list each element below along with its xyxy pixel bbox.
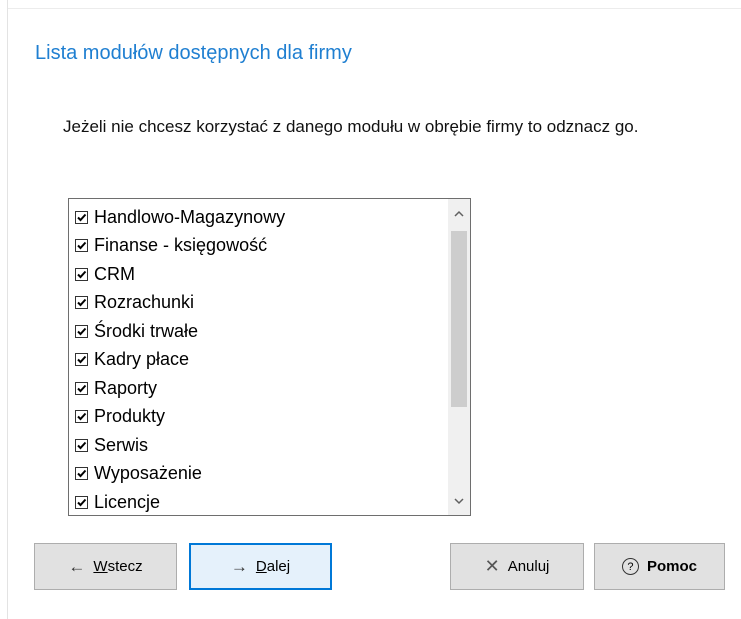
scrollbar-thumb[interactable] xyxy=(451,231,467,407)
page-title: Lista modułów dostępnych dla firmy xyxy=(35,42,352,64)
module-label: Raporty xyxy=(94,377,158,398)
module-label: Kadry płace xyxy=(94,349,190,370)
arrow-left-icon: ← xyxy=(68,556,86,576)
help-icon: ? xyxy=(621,558,639,575)
checkbox[interactable] xyxy=(75,353,88,367)
module-label: Produkty xyxy=(94,406,166,427)
help-button-label: Pomoc xyxy=(646,558,697,575)
instruction-text: Jeżeli nie chcesz korzystać z danego mod… xyxy=(63,117,639,136)
checkbox[interactable] xyxy=(75,410,88,424)
checkbox[interactable] xyxy=(75,210,88,224)
close-icon: ✕ xyxy=(484,556,500,576)
checkbox[interactable] xyxy=(75,324,88,338)
module-label: Rozrachunki xyxy=(94,292,195,313)
module-list-item[interactable]: CRM xyxy=(69,260,447,289)
module-label: Środki trwałe xyxy=(94,320,199,341)
checkbox[interactable] xyxy=(75,296,88,310)
module-label: CRM xyxy=(94,263,135,284)
module-list-item[interactable]: Raporty xyxy=(69,374,447,403)
checkbox[interactable] xyxy=(75,239,88,253)
cancel-button[interactable]: ✕ Anuluj xyxy=(450,543,584,590)
checkbox[interactable] xyxy=(75,438,88,452)
module-list-item[interactable]: Kadry płace xyxy=(69,346,447,375)
module-list-item[interactable]: Handlowo-Magazynowy xyxy=(69,203,447,232)
back-button-label: Wstecz xyxy=(93,558,143,575)
module-list-item[interactable]: Produkty xyxy=(69,403,447,432)
checkbox[interactable] xyxy=(75,267,88,281)
back-button[interactable]: ← Wstecz xyxy=(34,543,177,590)
module-list-item[interactable]: Rozrachunki xyxy=(69,289,447,318)
module-label: Wyposażenie xyxy=(94,463,202,484)
next-button-label: Dalej xyxy=(255,558,291,575)
checkbox[interactable] xyxy=(75,467,88,481)
cancel-button-label: Anuluj xyxy=(507,558,550,575)
checkbox[interactable] xyxy=(75,381,88,395)
module-label: Serwis xyxy=(94,434,149,455)
module-label: Licencje xyxy=(94,491,161,512)
checkbox[interactable] xyxy=(75,495,88,509)
arrow-right-icon: → xyxy=(230,556,248,576)
module-label: Handlowo-Magazynowy xyxy=(94,206,286,227)
module-list-item[interactable]: Wyposażenie xyxy=(69,460,447,489)
help-button[interactable]: ? Pomoc xyxy=(594,543,725,590)
window-left-edge xyxy=(0,0,8,619)
next-button[interactable]: → Dalej xyxy=(189,543,332,590)
scroll-up-arrow-icon[interactable] xyxy=(448,202,470,224)
listbox-scrollbar[interactable] xyxy=(448,199,470,515)
module-list-item[interactable]: Środki trwałe xyxy=(69,317,447,346)
modules-listbox[interactable]: Handlowo-Magazynowy Finanse - księgowość C… xyxy=(68,198,471,516)
module-list-item[interactable]: Finanse - księgowość xyxy=(69,232,447,261)
window-top-edge xyxy=(8,0,741,9)
module-list-item[interactable]: Serwis xyxy=(69,431,447,460)
scroll-down-arrow-icon[interactable] xyxy=(448,490,470,512)
modules-list: Handlowo-Magazynowy Finanse - księgowość C… xyxy=(69,203,447,515)
module-list-item[interactable]: Licencje xyxy=(69,488,447,515)
module-label: Finanse - księgowość xyxy=(94,235,268,256)
